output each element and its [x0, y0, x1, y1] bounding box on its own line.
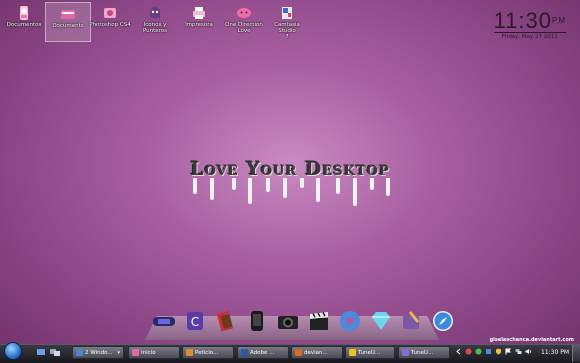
desktop-icon-label: Camtasia Studio 7	[274, 22, 300, 40]
desktop-icon-impresora[interactable]: Impresora	[177, 2, 221, 40]
ghost-folder-icon	[150, 7, 160, 19]
desktop-icon-iconos[interactable]: Iconos y Punteros	[133, 2, 177, 40]
start-button[interactable]	[4, 342, 22, 360]
photoshop-icon	[104, 8, 116, 18]
system-tray	[455, 348, 532, 355]
taskbar-button-label: TuneU...	[358, 349, 381, 356]
taskbar-button-inicio[interactable]: Inicio	[128, 346, 180, 359]
chocolate-icon[interactable]	[214, 309, 238, 333]
desktop-icon-label: Impresora	[185, 22, 213, 28]
wallpaper-drips	[193, 178, 390, 206]
iphone-icon[interactable]	[245, 309, 269, 333]
antivirus-icon[interactable]	[465, 348, 472, 355]
taskbar-button-label: Adobe ...	[250, 349, 275, 356]
network-icon[interactable]	[515, 348, 522, 355]
pink-face-icon	[237, 8, 251, 18]
taskbar-button-label: 2 Windo...	[85, 349, 113, 356]
shield-icon[interactable]	[495, 348, 502, 355]
desktop-icon-one-direction[interactable]: One Direction Love	[222, 2, 266, 40]
clock-ampm: PM	[552, 16, 566, 25]
flag-icon[interactable]	[505, 348, 512, 355]
pink-folder-icon	[61, 10, 75, 19]
tools-icon[interactable]	[400, 309, 424, 333]
taskbar-button-label: devian...	[304, 349, 328, 356]
game-console-icon[interactable]	[152, 309, 176, 333]
show-desktop-button[interactable]	[572, 345, 580, 362]
diamond-icon[interactable]	[369, 309, 393, 333]
safari-icon[interactable]	[431, 309, 455, 333]
wallpaper-text: Love Your Desktop	[190, 158, 390, 180]
printer-icon	[193, 7, 205, 19]
desktop-icon-documentos[interactable]: Documentos	[2, 2, 46, 40]
dock: C	[152, 309, 455, 337]
clock-gadget: 11:30PM Friday, May 27 2011	[494, 10, 566, 40]
chevron-down-icon: ▾	[117, 349, 120, 356]
desktop-icon-label: Documentos	[6, 22, 42, 28]
show-desktop-icon[interactable]	[36, 347, 46, 357]
pink-folder-icon	[20, 6, 28, 20]
desktop-icon-label: Documents	[52, 23, 84, 29]
camtasia-icon[interactable]: C	[183, 309, 207, 333]
taskbar-button-tuneup-1[interactable]: TuneU...	[345, 346, 395, 359]
taskbar-button-adobe[interactable]: Adobe ...	[237, 346, 289, 359]
taskbar-button-peticio[interactable]: Peticio...	[182, 346, 234, 359]
switch-windows-icon[interactable]	[50, 347, 60, 357]
desktop-icon-photoshop[interactable]: Photoshop CS4	[88, 2, 132, 40]
taskbar-clock[interactable]: 11:30 PM	[541, 349, 569, 356]
tuneup-icon	[402, 349, 409, 356]
browser-icon	[132, 349, 139, 356]
watermark: giselaschanca.deviantart.com	[489, 337, 574, 343]
svg-text:C: C	[191, 315, 199, 329]
camtasia-icon	[282, 7, 292, 19]
desktop-icon-label: One Direction Love	[225, 22, 263, 34]
firefox-icon	[186, 349, 193, 356]
clock-time: 11:30PM	[493, 8, 566, 33]
firefox-icon	[295, 349, 302, 356]
taskbar-button-windows[interactable]: 2 Windo... ▾	[72, 346, 124, 359]
photoshop-icon	[241, 349, 248, 356]
taskbar-button-deviant[interactable]: devian...	[291, 346, 343, 359]
taskbar-button-label: Peticio...	[195, 349, 219, 356]
desktop-icon-label: Iconos y Punteros	[142, 22, 168, 34]
taskbar-button-label: Inicio	[141, 349, 156, 356]
messenger-icon[interactable]	[475, 348, 482, 355]
taskbar-button-tuneup-2[interactable]: TuneU...	[398, 346, 450, 359]
desktop-icon-camtasia[interactable]: Camtasia Studio 7	[265, 2, 309, 40]
chevron-left-icon[interactable]	[455, 348, 462, 355]
update-icon[interactable]	[485, 348, 492, 355]
windows-folder-icon	[76, 349, 83, 356]
clapper-icon[interactable]	[307, 309, 331, 333]
tuneup-icon	[349, 349, 356, 356]
volume-icon[interactable]	[525, 348, 532, 355]
quick-launch	[36, 347, 60, 357]
desktop-icon-label: Photoshop CS4	[89, 22, 131, 28]
clock-date: Friday, May 27 2011	[501, 34, 558, 40]
camera-icon[interactable]	[276, 309, 300, 333]
donut-icon[interactable]	[338, 309, 362, 333]
desktop-icon-documents[interactable]: Documents	[45, 2, 91, 42]
taskbar-button-label: TuneU...	[411, 349, 434, 356]
